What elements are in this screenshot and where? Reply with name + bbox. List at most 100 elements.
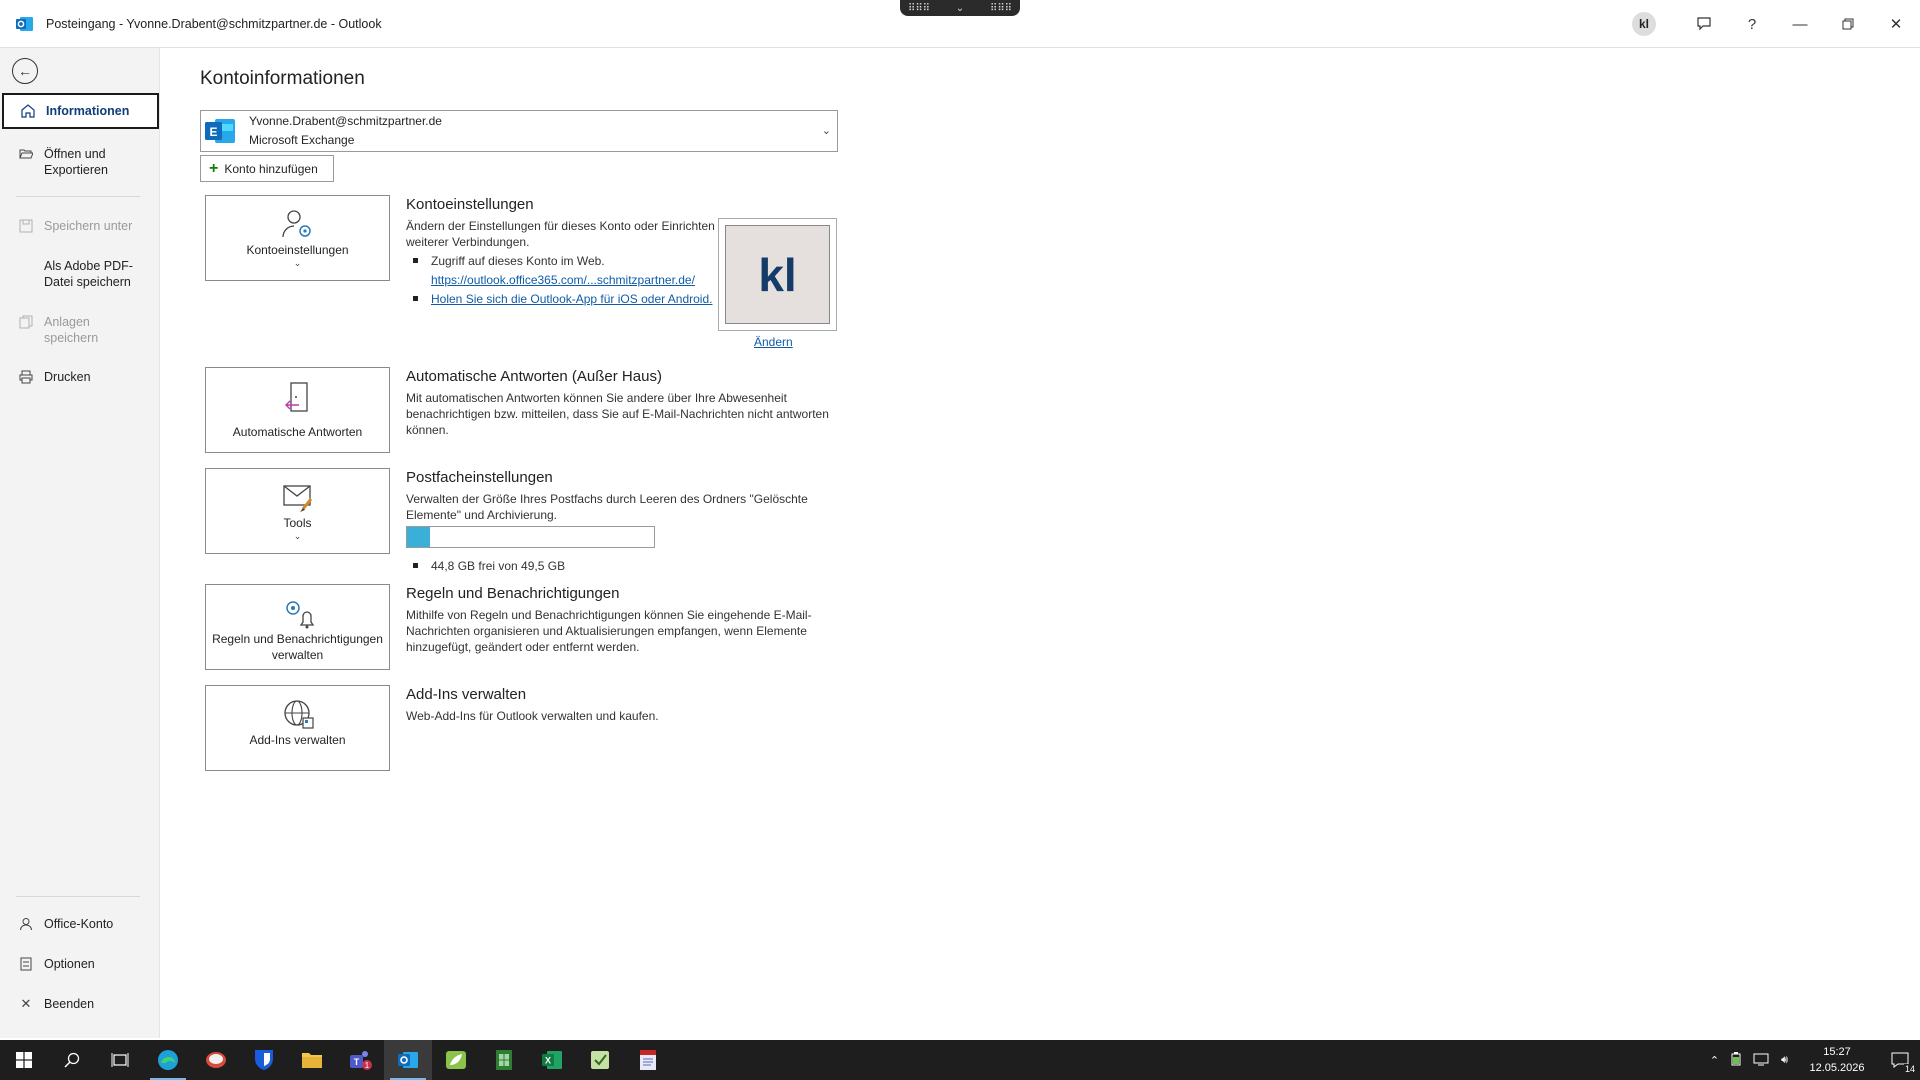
edge-browser-icon[interactable] [144,1040,192,1080]
sidebar-item-label: Office-Konto [44,917,114,931]
change-photo-link[interactable]: Ändern [754,335,793,349]
chevron-down-icon: ⌄ [821,125,831,137]
excel-icon[interactable]: X [528,1040,576,1080]
notification-center-icon[interactable]: 14 [1880,1040,1920,1080]
mailbox-settings-section: Postfacheinstellungen Verwalten der Größ… [406,469,836,523]
automatic-replies-icon [283,378,313,418]
section-heading: Regeln und Benachrichtigungen [406,585,620,602]
section-heading: Postfacheinstellungen [406,469,553,486]
chevron-down-icon: ⌄ [293,258,302,268]
sidebar-item-save-pdf[interactable]: Als Adobe PDF-Datei speichern [0,258,158,290]
section-description: Mithilfe von Regeln und Benachrichtigung… [406,608,812,654]
teams-icon[interactable]: T1 [336,1040,384,1080]
minimize-button[interactable]: — [1776,0,1824,48]
start-icon[interactable] [0,1040,48,1080]
account-settings-tile-button[interactable]: Kontoeinstellungen ⌄ [205,195,390,281]
pdf-icon [18,258,34,274]
chevron-down-icon: ⌄ [293,531,302,541]
close-window-button[interactable]: ✕ [1872,0,1920,48]
sidebar-item-informationen[interactable]: Informationen [2,93,159,129]
svg-text:1: 1 [365,1061,370,1070]
close-icon: ✕ [20,996,32,1011]
sidebar-divider [16,196,140,197]
notification-count-badge: 14 [1903,1064,1916,1074]
tools-tile-button[interactable]: Tools ⌄ [205,468,390,554]
home-icon [20,103,36,119]
taskbar-clock[interactable]: 15:27 12.05.2026 [1802,1044,1872,1076]
mobile-app-link[interactable]: Holen Sie sich die Outlook-App für iOS o… [431,292,712,306]
section-heading: Automatische Antworten (Außer Haus) [406,368,662,385]
help-icon[interactable]: ? [1728,0,1776,48]
restore-button[interactable] [1824,0,1872,48]
sidebar-divider [16,896,140,897]
window-snap-grip[interactable]: ⠿⠿⠿ ⌄ ⠿⠿⠿ [900,0,1020,16]
person-icon [18,916,34,932]
section-description: Ändern der Einstellungen für dieses Kont… [406,219,715,249]
sidebar-item-office-account[interactable]: Office-Konto [0,916,158,932]
main-content: Kontoinformationen E Yvonne.Drabent@schm… [160,48,1920,1038]
sidebar-item-label: Speichern unter [44,219,133,233]
windows-taskbar: T1 X ⌃ 🔊︎ 15:27 12.05.2026 14 [0,1040,1920,1080]
file-explorer-icon[interactable] [288,1040,336,1080]
section-description: Verwalten der Größe Ihres Postfachs durc… [406,492,808,522]
account-settings-section: Kontoeinstellungen Ändern der Einstellun… [406,196,716,307]
account-settings-icon [281,206,315,242]
title-bar: Posteingang - Yvonne.Drabent@schmitzpart… [0,0,1920,48]
sidebar-item-options[interactable]: Optionen [0,956,158,972]
owa-link[interactable]: https://outlook.office365.com/...schmitz… [431,273,695,287]
mailbox-storage-used [407,527,431,547]
sidebar-item-exit[interactable]: ✕ Beenden [0,996,158,1012]
task-view-icon[interactable] [96,1040,144,1080]
sidebar-item-label: Anlagen speichern [44,315,99,345]
system-tray: ⌃ 🔊︎ 15:27 12.05.2026 14 [1704,1040,1920,1080]
printer-icon [18,369,34,385]
backstage-sidebar: ← Informationen Öffnen und Exportieren S… [0,48,160,1038]
section-heading: Add-Ins verwalten [406,686,527,703]
profile-picture: kl [725,225,830,324]
sidebar-item-open-export[interactable]: Öffnen und Exportieren [0,146,158,178]
section-heading: Kontoeinstellungen [406,196,534,213]
window-title: Posteingang - Yvonne.Drabent@schmitzpart… [46,16,382,31]
outlook-app-icon [16,16,33,31]
attachments-icon [18,314,34,330]
sidebar-item-save-attachments: Anlagen speichern [0,314,158,346]
outlook-taskbar-icon[interactable] [384,1040,432,1080]
bitwarden-shield-icon[interactable] [240,1040,288,1080]
app-icon-colorful[interactable] [192,1040,240,1080]
svg-text:X: X [545,1056,551,1066]
account-type: Microsoft Exchange [249,133,355,147]
section-description: Mit automatischen Antworten können Sie a… [406,391,829,437]
sidebar-item-print[interactable]: Drucken [0,369,158,385]
automatic-replies-tile-button[interactable]: Automatische Antworten [205,367,390,453]
options-icon [18,956,34,972]
profile-picture-frame: kl [718,218,837,331]
bullet-web-access: Zugriff auf dieses Konto im Web. [406,253,716,269]
network-icon[interactable] [1753,1052,1769,1069]
app-icon-notepad[interactable] [576,1040,624,1080]
page-title: Kontoinformationen [200,68,365,89]
search-icon[interactable] [48,1040,96,1080]
plus-icon: + [209,159,219,177]
battery-icon[interactable] [1731,1051,1741,1069]
account-avatar[interactable]: kl [1632,12,1656,36]
sidebar-item-label: Öffnen und Exportieren [44,147,108,177]
sidebar-item-label: Informationen [46,104,130,118]
mailbox-storage-bar [406,526,655,548]
account-dropdown[interactable]: E Yvonne.Drabent@schmitzpartner.de Micro… [200,110,838,152]
automatic-replies-section: Automatische Antworten (Außer Haus) Mit … [406,368,836,438]
app-icon-green-sheet[interactable] [480,1040,528,1080]
sidebar-item-label: Beenden [44,997,95,1011]
mailbox-free-space: 44,8 GB frei von 49,5 GB [406,558,836,574]
app-icon-document[interactable] [624,1040,672,1080]
rules-alerts-tile-button[interactable]: Regeln und Benachrichtigungen verwalten [205,584,390,670]
chevron-up-icon[interactable]: ⌃ [1710,1054,1719,1067]
svg-text:E: E [209,125,217,139]
folder-open-icon [18,146,34,162]
back-arrow-icon[interactable]: ← [12,58,38,84]
volume-icon[interactable]: 🔊︎ [1781,1054,1788,1067]
feedback-icon[interactable] [1680,0,1728,48]
add-account-button[interactable]: + Konto hinzufügen [200,155,334,182]
app-icon-green-leaf[interactable] [432,1040,480,1080]
manage-addins-tile-button[interactable]: Add-Ins verwalten [205,685,390,771]
save-as-icon [18,218,34,234]
